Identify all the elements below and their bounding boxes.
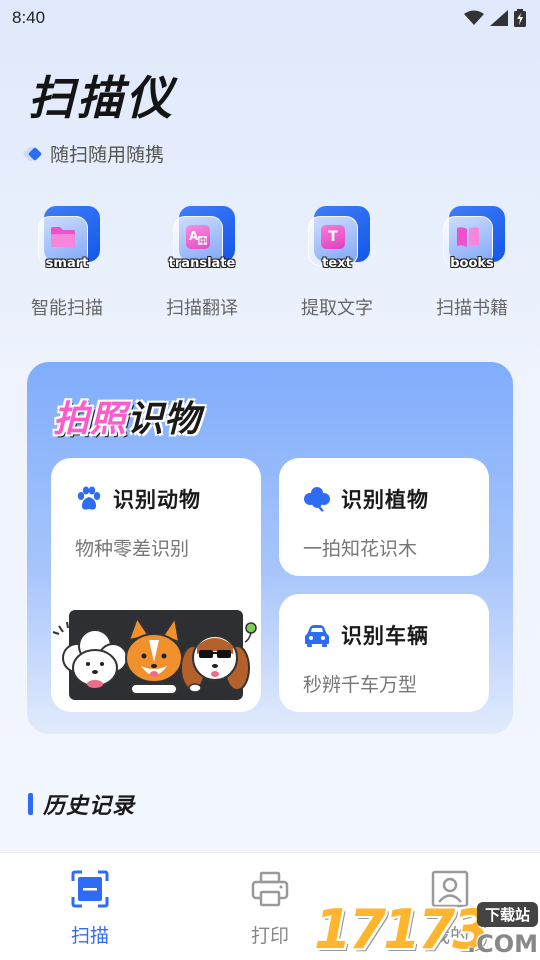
recognize-vehicle-subtitle: 秒辨千车万型 bbox=[303, 674, 418, 696]
app-title: 扫描仪 bbox=[28, 71, 175, 125]
feature-label: 扫描书籍 bbox=[436, 298, 508, 319]
text-icon: T text bbox=[302, 204, 372, 271]
status-time: 8:40 bbox=[12, 8, 46, 27]
nav-tab-scan[interactable]: 扫描 bbox=[50, 869, 130, 948]
folder-icon: smart bbox=[32, 204, 102, 271]
feature-grid: smart 智能扫描 A 中 translate 扫描翻译 T text 提取文… bbox=[0, 204, 540, 324]
car-icon bbox=[305, 625, 329, 647]
slogan: 随扫随用随携 bbox=[28, 140, 164, 167]
photo-recognize-card: 拍照识物 识别动物 物种零差识别 识别植物 一拍知花识木 识别车辆 秒辨千车万型 bbox=[27, 362, 513, 734]
feature-label: 智能扫描 bbox=[31, 298, 103, 319]
nav-tab-print[interactable]: 打印 bbox=[230, 869, 310, 948]
recognize-vehicle-button[interactable]: 识别车辆 秒辨千车万型 bbox=[279, 594, 489, 712]
feature-smart-scan[interactable]: smart 智能扫描 bbox=[17, 204, 117, 320]
wifi-icon bbox=[464, 10, 484, 25]
recognize-vehicle-title: 识别车辆 bbox=[341, 624, 429, 648]
history-title: 历史记录 bbox=[43, 794, 136, 819]
feature-scan-translate[interactable]: A 中 translate 扫描翻译 bbox=[152, 204, 252, 320]
recognize-plant-subtitle: 一拍知花识木 bbox=[303, 538, 418, 560]
svg-text:中: 中 bbox=[199, 236, 207, 246]
feature-scan-books[interactable]: books 扫描书籍 bbox=[422, 204, 522, 320]
nav-label-scan: 扫描 bbox=[70, 925, 109, 947]
card-title: 拍照识物 bbox=[53, 399, 202, 440]
printer-icon bbox=[251, 871, 289, 907]
recognize-plant-title: 识别植物 bbox=[341, 488, 429, 512]
feature-tag: text bbox=[322, 256, 352, 271]
feature-tag: smart bbox=[45, 256, 89, 271]
recognize-animal-button[interactable]: 识别动物 物种零差识别 bbox=[51, 458, 261, 712]
feature-label: 提取文字 bbox=[301, 298, 373, 319]
paw-icon bbox=[77, 486, 101, 510]
watermark-tag: 下载站 bbox=[476, 902, 538, 927]
clover-icon bbox=[304, 487, 330, 512]
history-section: 历史记录 bbox=[28, 788, 135, 820]
feature-tag: books bbox=[450, 256, 494, 271]
recognize-animal-title: 识别动物 bbox=[113, 488, 201, 512]
book-icon: books bbox=[437, 204, 507, 271]
translate-icon: A 中 translate bbox=[167, 204, 237, 271]
watermark-domain: .COM bbox=[466, 930, 538, 958]
recognize-plant-button[interactable]: 识别植物 一拍知花识木 bbox=[279, 458, 489, 576]
status-icons bbox=[464, 9, 526, 27]
battery-icon bbox=[514, 9, 526, 27]
slogan-text: 随扫随用随携 bbox=[50, 144, 165, 166]
site-watermark: 17173 下载站 .COM bbox=[314, 896, 540, 960]
feature-extract-text[interactable]: T text 提取文字 bbox=[287, 204, 387, 320]
pets-illustration bbox=[52, 610, 257, 700]
watermark-number: 17173 bbox=[314, 898, 490, 960]
status-bar: 8:40 bbox=[0, 0, 540, 36]
signal-icon bbox=[490, 10, 508, 26]
diamond-icon bbox=[28, 147, 42, 161]
nav-label-print: 打印 bbox=[250, 925, 289, 947]
recognize-animal-subtitle: 物种零差识别 bbox=[75, 538, 190, 560]
feature-tag: translate bbox=[168, 256, 236, 271]
feature-label: 扫描翻译 bbox=[166, 298, 238, 319]
scan-icon bbox=[71, 870, 109, 908]
section-accent-bar bbox=[28, 793, 33, 815]
svg-text:A: A bbox=[189, 229, 199, 243]
